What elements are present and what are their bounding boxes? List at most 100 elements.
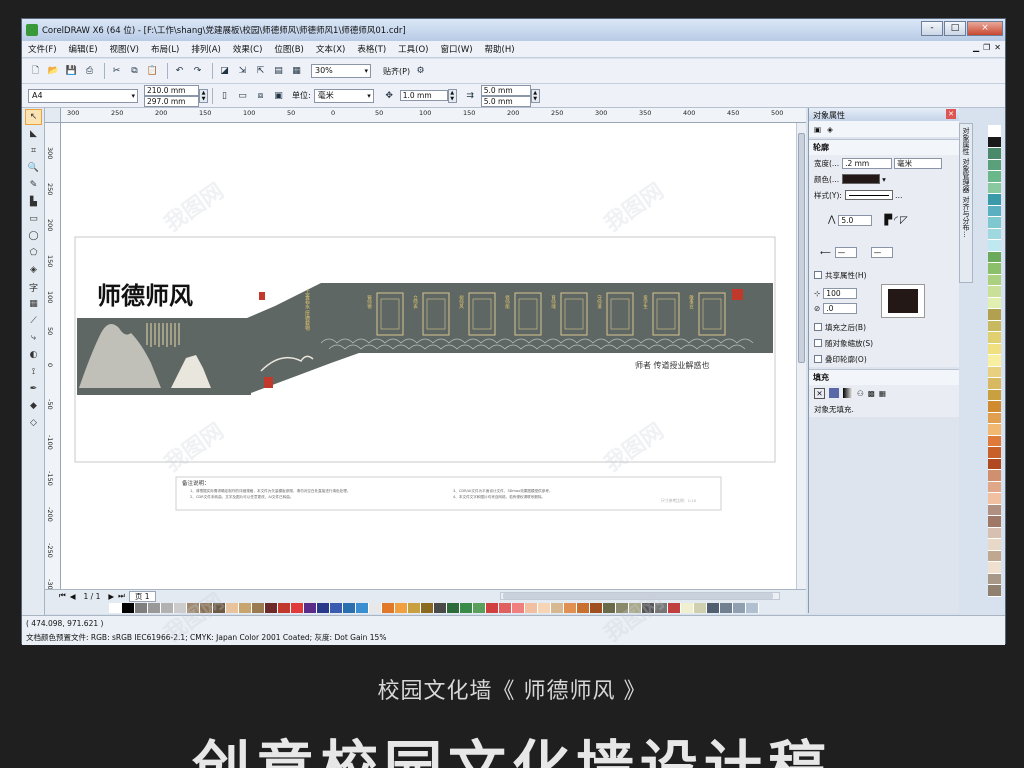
redo-icon[interactable]: ↷ <box>190 64 205 79</box>
polygon-tool-icon[interactable]: ⬠ <box>25 245 42 261</box>
stretch-field[interactable]: 100 <box>823 288 858 299</box>
page-width-field[interactable]: 210.0 mm <box>144 84 199 96</box>
doc-minimize-icon[interactable]: ▁ <box>973 43 979 52</box>
color-swatch[interactable] <box>746 603 759 613</box>
paste-icon[interactable]: 📋 <box>145 64 160 79</box>
fill-section-header[interactable]: 填充 <box>809 370 959 385</box>
duplicate-x-field[interactable]: 5.0 mm <box>480 84 531 96</box>
color-swatch[interactable] <box>988 516 1001 528</box>
launcher-icon[interactable]: ▤ <box>271 64 286 79</box>
menu-arrange[interactable]: 排列(A) <box>185 43 226 55</box>
maximize-button[interactable]: □ <box>944 21 966 36</box>
color-swatch[interactable] <box>252 603 265 613</box>
color-swatch[interactable] <box>681 603 694 613</box>
color-swatch[interactable] <box>988 527 1001 539</box>
miter-limit-field[interactable]: 5.0 <box>838 214 873 226</box>
color-swatch[interactable] <box>525 603 538 613</box>
end-arrowhead-select[interactable]: — <box>870 246 893 258</box>
overprint-checkbox[interactable] <box>814 355 822 363</box>
current-page-icon[interactable]: ▣ <box>271 88 286 103</box>
color-swatch[interactable] <box>988 458 1001 470</box>
outline-style-select[interactable] <box>844 190 893 200</box>
color-swatch[interactable] <box>988 228 1001 240</box>
bevel-corner-icon[interactable]: ◸ <box>900 215 908 226</box>
horizontal-scrollbar[interactable] <box>500 592 780 600</box>
page-height-field[interactable]: 297.0 mm <box>144 95 199 107</box>
prev-page-icon[interactable]: ◀ <box>70 592 76 601</box>
color-swatch[interactable] <box>988 274 1001 286</box>
crop-tool-icon[interactable]: ⌗ <box>25 143 42 159</box>
color-swatch[interactable] <box>135 603 148 613</box>
outline-width-field[interactable]: .2 mm <box>842 157 893 169</box>
text-tool-icon[interactable]: 字 <box>25 279 42 295</box>
color-swatch[interactable] <box>499 603 512 613</box>
options-icon[interactable]: ⚙ <box>413 64 428 79</box>
color-swatch[interactable] <box>616 603 629 613</box>
color-swatch[interactable] <box>148 603 161 613</box>
interactive-fill-icon[interactable]: ◇ <box>25 415 42 431</box>
color-swatch[interactable] <box>707 603 720 613</box>
next-page-icon[interactable]: ▶ <box>108 592 114 601</box>
no-fill-icon[interactable]: ✕ <box>814 387 825 399</box>
vertical-scrollbar[interactable] <box>796 123 806 589</box>
color-swatch[interactable] <box>304 603 317 613</box>
smart-fill-tool-icon[interactable]: ▙ <box>25 194 42 210</box>
cut-icon[interactable]: ✂ <box>109 64 124 79</box>
color-swatch[interactable] <box>988 309 1001 321</box>
undo-icon[interactable]: ↶ <box>172 64 187 79</box>
color-swatch[interactable] <box>447 603 460 613</box>
color-swatch[interactable] <box>988 343 1001 355</box>
rectangle-tool-icon[interactable]: ▭ <box>25 211 42 227</box>
color-swatch[interactable] <box>356 603 369 613</box>
texture-fill-icon[interactable]: ▩ <box>868 389 875 398</box>
color-swatch[interactable] <box>408 603 421 613</box>
color-swatch[interactable] <box>512 603 525 613</box>
color-swatch[interactable] <box>988 297 1001 309</box>
snap-to-button[interactable]: 贴齐(P) <box>383 66 410 77</box>
menu-tools[interactable]: 工具(O) <box>392 43 434 55</box>
uniform-fill-icon[interactable] <box>829 388 839 398</box>
connector-tool-icon[interactable]: ⤷ <box>25 330 42 346</box>
postscript-fill-icon[interactable]: ▦ <box>879 389 886 398</box>
color-swatch[interactable] <box>577 603 590 613</box>
color-swatch[interactable] <box>694 603 707 613</box>
color-swatch[interactable] <box>564 603 577 613</box>
page-tab[interactable]: 页 1 <box>128 590 156 602</box>
menu-bitmaps[interactable]: 位图(B) <box>268 43 309 55</box>
menu-layout[interactable]: 布局(L) <box>145 43 185 55</box>
color-swatch[interactable] <box>655 603 668 613</box>
open-icon[interactable]: 📂 <box>46 64 61 79</box>
color-swatch[interactable] <box>988 470 1001 482</box>
welcome-icon[interactable]: ▦ <box>289 64 304 79</box>
basic-shapes-tool-icon[interactable]: ◈ <box>25 262 42 278</box>
side-tab-align[interactable]: 对齐与分布... <box>961 196 971 238</box>
color-swatch[interactable] <box>421 603 434 613</box>
fill-tab-icon[interactable]: ◈ <box>827 125 833 134</box>
duplicate-spinner[interactable]: ▲ ▼ <box>530 88 540 103</box>
nib-preview[interactable] <box>881 284 926 318</box>
page-size-select[interactable]: A4 ▾ <box>28 88 138 103</box>
color-swatch[interactable] <box>213 603 226 613</box>
zoom-level-select[interactable]: 30% ▾ <box>311 64 371 78</box>
color-swatch[interactable] <box>226 603 239 613</box>
export-icon[interactable]: ⇱ <box>253 64 268 79</box>
color-swatch[interactable] <box>988 573 1001 585</box>
color-swatch[interactable] <box>265 603 278 613</box>
dimension-tool-icon[interactable]: ⟋ <box>25 313 42 329</box>
new-document-icon[interactable]: 🗋 <box>28 64 43 79</box>
color-swatch[interactable] <box>330 603 343 613</box>
color-swatch[interactable] <box>395 603 408 613</box>
color-swatch[interactable] <box>988 447 1001 459</box>
zoom-tool-icon[interactable]: 🔍 <box>25 160 42 176</box>
behind-fill-checkbox[interactable] <box>814 323 822 331</box>
outline-tab-icon[interactable]: ▣ <box>814 125 821 134</box>
angle-field[interactable]: .0 <box>823 303 858 314</box>
color-swatch[interactable] <box>278 603 291 613</box>
color-swatch[interactable] <box>988 378 1001 390</box>
outline-pen-icon[interactable]: ✒ <box>25 381 42 397</box>
color-swatch[interactable] <box>642 603 655 613</box>
doc-restore-icon[interactable]: ❐ <box>983 43 990 52</box>
color-swatch[interactable] <box>668 603 681 613</box>
outline-color-swatch[interactable] <box>842 174 881 184</box>
units-select[interactable]: 毫米 ▾ <box>313 88 374 103</box>
